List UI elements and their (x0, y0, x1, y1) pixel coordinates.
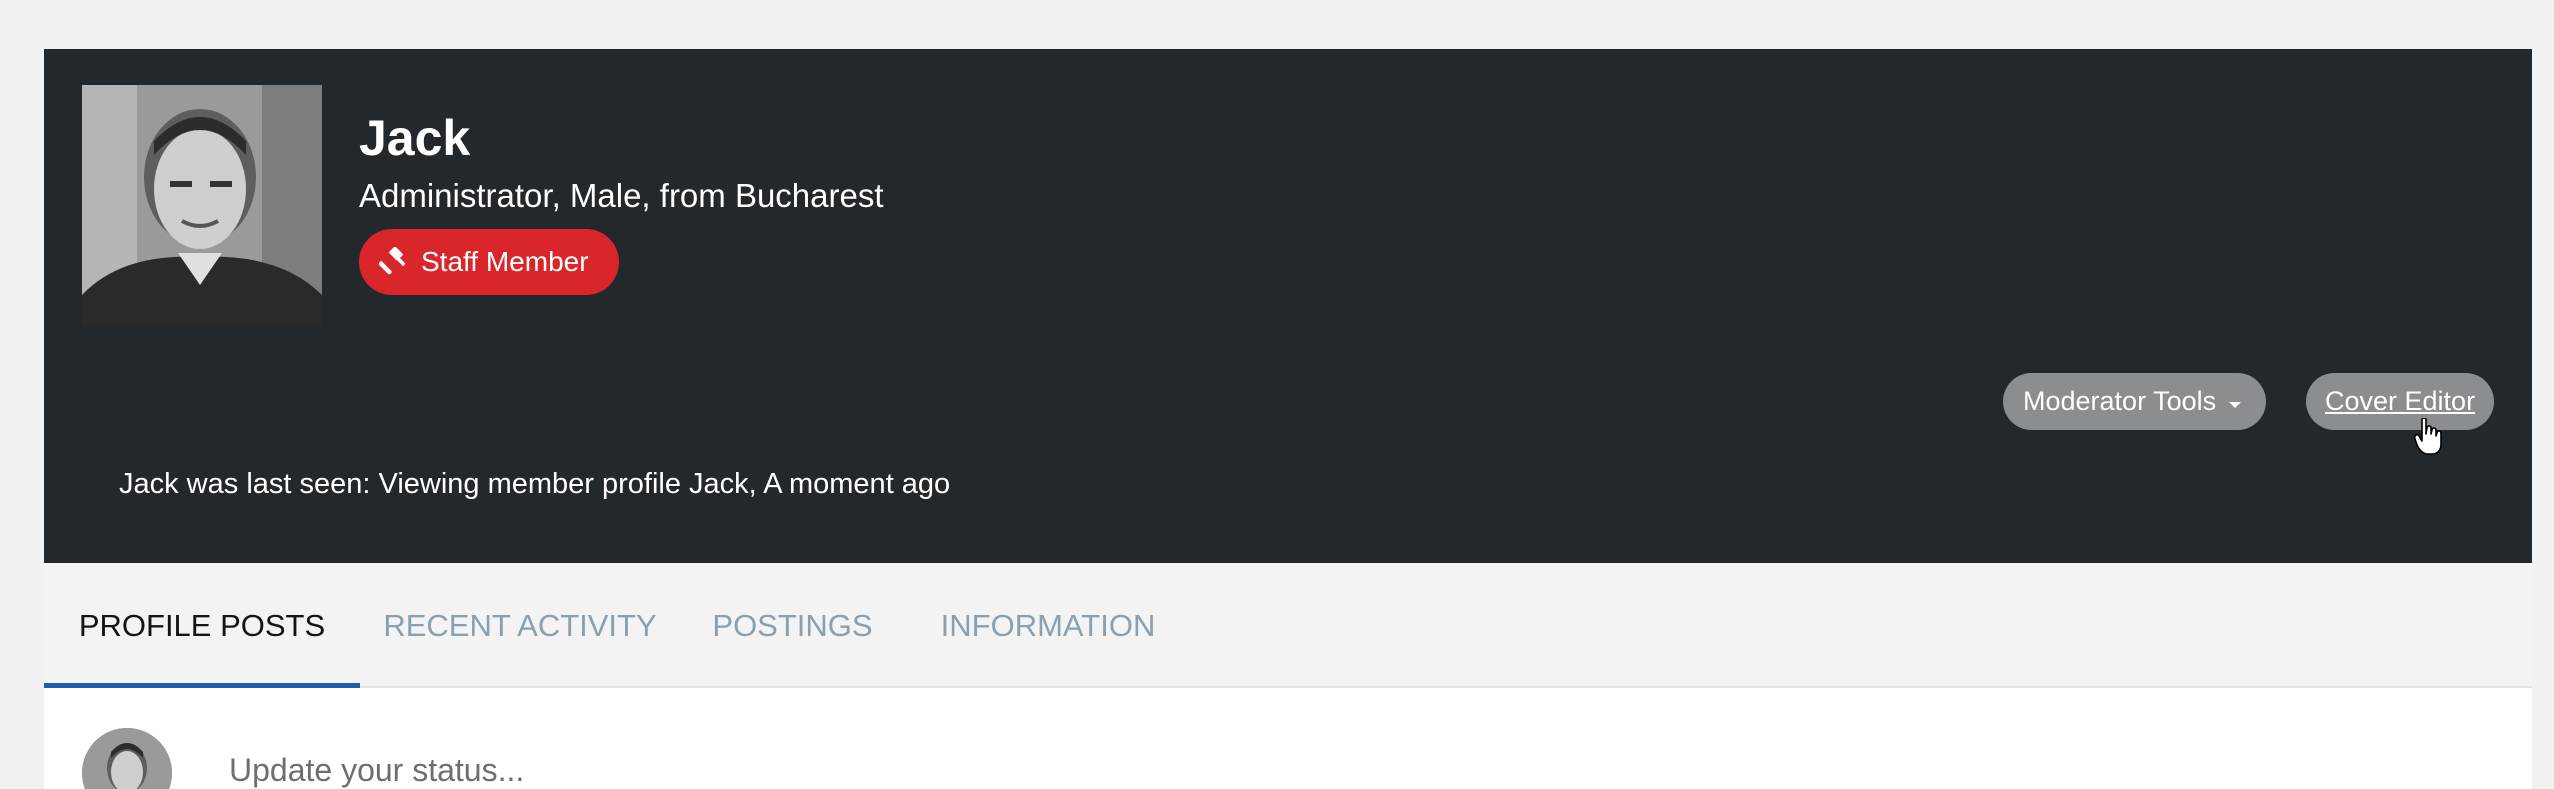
tab-profile-posts[interactable]: PROFILE POSTS (44, 563, 360, 688)
cover-editor-label: Cover Editor (2325, 386, 2476, 416)
profile-name: Jack (359, 110, 471, 166)
moderator-tools-label: Moderator Tools (2023, 386, 2217, 416)
tab-information[interactable]: INFORMATION (905, 563, 1191, 688)
profile-tabs: PROFILE POSTS RECENT ACTIVITY POSTINGS I… (44, 563, 2532, 688)
profile-cover: Jack Administrator, Male, from Bucharest… (44, 49, 2532, 563)
staff-member-label: Staff Member (421, 246, 589, 277)
profile-subtitle: Administrator, Male, from Bucharest (359, 177, 884, 214)
cover-editor-link[interactable]: Cover Editor (2306, 373, 2495, 430)
tab-recent-activity[interactable]: RECENT ACTIVITY (360, 563, 680, 688)
last-seen-text: Jack was last seen: Viewing member profi… (119, 468, 951, 500)
gavel-icon (379, 247, 409, 277)
profile-page: Jack Administrator, Male, from Bucharest… (44, 49, 2532, 789)
caret-down-icon (2228, 386, 2242, 417)
tab-label: POSTINGS (712, 607, 873, 643)
tab-label: PROFILE POSTS (78, 607, 326, 643)
moderator-tools-button[interactable]: Moderator Tools (2003, 373, 2267, 430)
current-user-avatar[interactable] (82, 728, 172, 789)
hand-pointer-icon (2413, 417, 2442, 461)
staff-member-badge: Staff Member (359, 229, 619, 295)
status-update-row (44, 688, 2532, 789)
avatar-photo (82, 728, 172, 789)
tab-postings[interactable]: POSTINGS (680, 563, 905, 688)
profile-avatar[interactable] (82, 85, 322, 325)
avatar-photo (82, 85, 322, 325)
status-input[interactable] (229, 750, 2429, 789)
tab-label: RECENT ACTIVITY (383, 607, 657, 643)
tab-label: INFORMATION (940, 607, 1156, 643)
